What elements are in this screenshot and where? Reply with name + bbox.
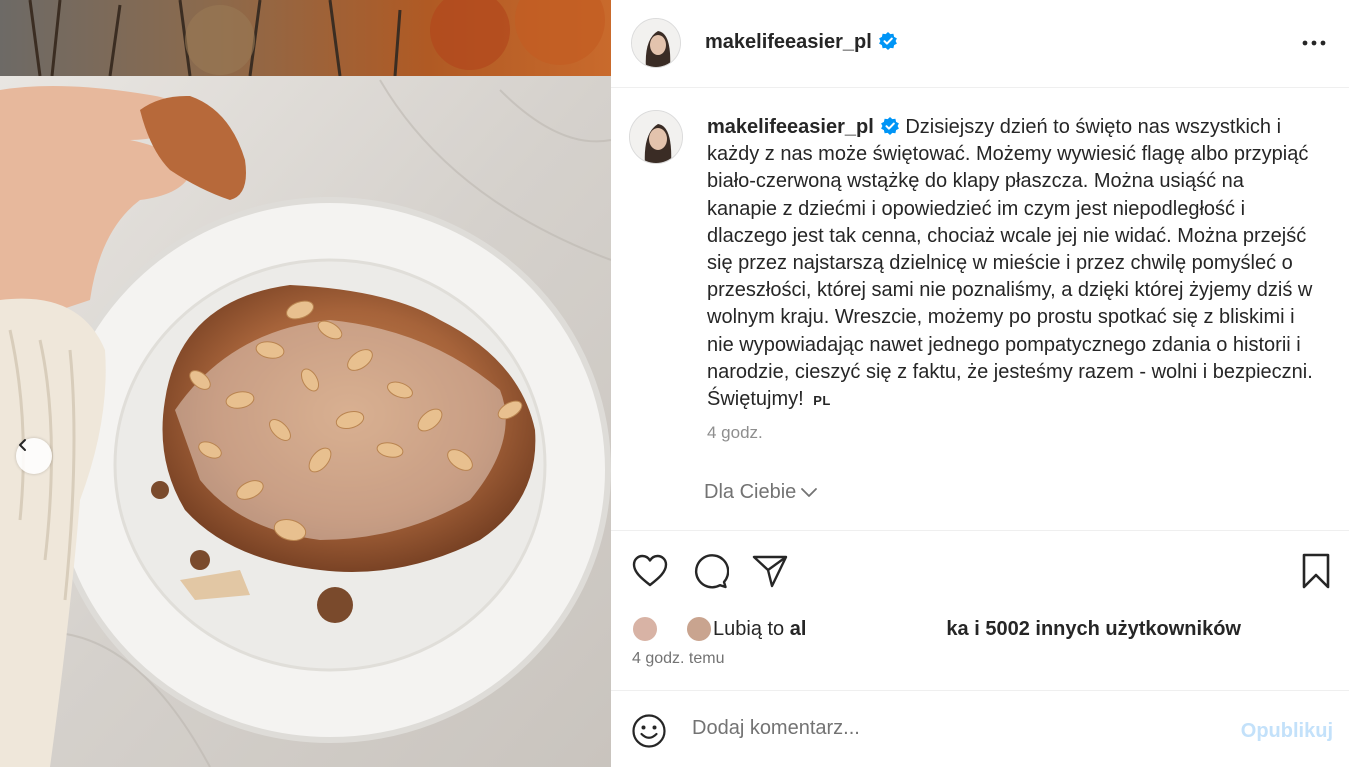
for-you-dropdown[interactable]: Dla Ciebie [704,481,818,504]
post-timestamp[interactable]: 4 godz. temu [632,650,725,668]
caption-text: makelifeeasier_pl Dzisiejszy dzień to św… [707,114,1317,414]
paper-plane-icon [752,555,788,588]
liker-name-end: ka [946,618,969,640]
comment-icon [694,554,730,589]
language-badge: PL [813,393,831,409]
emoji-button[interactable] [631,713,667,754]
author-avatar[interactable] [631,18,681,68]
heart-icon [632,554,668,587]
caption-username[interactable]: makelifeeasier_pl [707,116,874,138]
avatar [631,615,659,643]
save-button[interactable] [1299,552,1333,595]
post-caption-section: makelifeeasier_pl Dzisiejszy dzień to św… [611,88,1349,531]
caption-body: Dzisiejszy dzień to święto nas wszystkic… [707,116,1313,411]
verified-badge-icon [878,32,897,50]
liker-avatars[interactable] [631,615,713,643]
like-button[interactable] [631,552,669,595]
author-username[interactable]: makelifeeasier_pl [705,31,898,54]
chevron-left-icon [19,439,26,451]
more-options-button[interactable] [1301,30,1327,61]
croissant-photo [0,0,611,767]
caption-author-avatar[interactable] [629,110,683,164]
emoji-icon [632,714,666,748]
carousel-prev-button[interactable] [16,438,52,474]
post-header: makelifeeasier_pl [611,0,1349,88]
verified-badge-icon [880,117,899,135]
avatar [685,615,713,643]
for-you-label: Dla Ciebie [704,481,797,503]
caption-timestamp[interactable]: 4 godz. [707,423,763,443]
post-image[interactable] [0,0,611,767]
likes-text: Lubią to al ka i 5002 innych użytkowników [713,618,1241,641]
post-side-panel: makelifeeasier_pl makelifeeasier_pl Dzis… [611,0,1349,767]
comment-button[interactable] [691,552,730,595]
share-button[interactable] [751,552,789,595]
likes-count-link[interactable]: i 5002 innych użytkowników [969,618,1241,640]
likes-prefix: Lubią to [713,618,790,640]
profile-photo [630,111,682,163]
comment-input[interactable] [692,717,1212,740]
post-actions [611,531,1349,611]
liker-name-start: al [789,618,807,640]
bookmark-icon [1302,553,1330,589]
liker-name[interactable]: al ka [790,618,969,640]
publish-button[interactable]: Opublikuj [1241,720,1333,743]
profile-photo [632,19,680,67]
comment-bar: Opublikuj [611,690,1349,767]
chevron-down-icon [801,488,818,497]
more-horizontal-icon [1302,40,1326,46]
